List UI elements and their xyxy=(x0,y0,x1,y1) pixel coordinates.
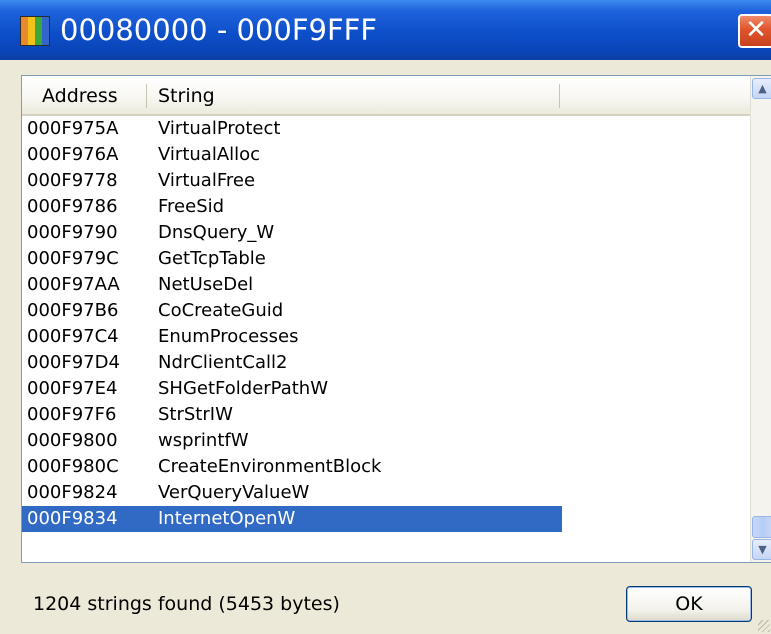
address-cell: 000F97F6 xyxy=(27,404,117,425)
list-row[interactable]: 000F97AA NetUseDel xyxy=(22,272,562,298)
string-cell: GetTcpTable xyxy=(158,248,266,269)
string-cell: VirtualFree xyxy=(158,170,256,191)
strings-dialog: 00080000 - 000F9FFF ✕ Address String 000… xyxy=(0,0,771,634)
address-cell: 000F97B6 xyxy=(27,300,119,321)
list-row[interactable]: 000F980C CreateEnvironmentBlock xyxy=(22,454,562,480)
close-button[interactable]: ✕ xyxy=(738,14,771,48)
chevron-down-icon: ▼ xyxy=(758,543,767,556)
string-cell: EnumProcesses xyxy=(158,326,299,347)
close-icon: ✕ xyxy=(745,15,767,45)
string-cell: wsprintfW xyxy=(158,430,249,451)
address-cell: 000F980C xyxy=(27,456,119,477)
list-row[interactable]: 000F97D4 NdrClientCall2 xyxy=(22,350,562,376)
column-header-string[interactable]: String xyxy=(158,76,215,114)
address-cell: 000F9790 xyxy=(27,222,118,243)
app-icon xyxy=(20,16,50,46)
chevron-up-icon: ▲ xyxy=(758,82,767,95)
window-title: 00080000 - 000F9FFF xyxy=(60,13,378,47)
list-row[interactable]: 000F9834 InternetOpenW xyxy=(22,506,562,532)
string-cell: NetUseDel xyxy=(158,274,254,295)
string-cell: VerQueryValueW xyxy=(158,482,310,503)
title-bar[interactable]: 00080000 - 000F9FFF ✕ xyxy=(0,0,771,60)
status-text: 1204 strings found (5453 bytes) xyxy=(33,593,340,615)
string-cell: NdrClientCall2 xyxy=(158,352,288,373)
address-cell: 000F9834 xyxy=(27,508,118,529)
vertical-scrollbar[interactable]: ▲ ▼ xyxy=(750,76,771,562)
address-cell: 000F97AA xyxy=(27,274,120,295)
address-cell: 000F9800 xyxy=(27,430,118,451)
list-row[interactable]: 000F976A VirtualAlloc xyxy=(22,142,562,168)
string-cell: CoCreateGuid xyxy=(158,300,284,321)
string-cell: VirtualAlloc xyxy=(158,144,261,165)
list-row[interactable]: 000F9778 VirtualFree xyxy=(22,168,562,194)
string-cell: CreateEnvironmentBlock xyxy=(158,456,382,477)
string-cell: SHGetFolderPathW xyxy=(158,378,329,399)
address-cell: 000F97C4 xyxy=(27,326,119,347)
scroll-up-button[interactable]: ▲ xyxy=(752,78,771,99)
list-row[interactable]: 000F975A VirtualProtect xyxy=(22,116,562,142)
ok-button[interactable]: OK xyxy=(626,586,752,622)
strings-list[interactable]: Address String 000F975A VirtualProtect 000… xyxy=(21,75,771,563)
address-cell: 000F9824 xyxy=(27,482,118,503)
address-cell: 000F976A xyxy=(27,144,119,165)
string-cell: FreeSid xyxy=(158,196,225,217)
address-cell: 000F97D4 xyxy=(27,352,120,373)
string-cell: InternetOpenW xyxy=(158,508,296,529)
scroll-thumb[interactable] xyxy=(752,516,771,538)
string-cell: DnsQuery_W xyxy=(158,222,275,243)
list-row[interactable]: 000F97F6 StrStrIW xyxy=(22,402,562,428)
list-row[interactable]: 000F979C GetTcpTable xyxy=(22,246,562,272)
list-row[interactable]: 000F97C4 EnumProcesses xyxy=(22,324,562,350)
list-row[interactable]: 000F97E4 SHGetFolderPathW xyxy=(22,376,562,402)
string-cell: StrStrIW xyxy=(158,404,233,425)
address-cell: 000F9778 xyxy=(27,170,118,191)
address-cell: 000F97E4 xyxy=(27,378,118,399)
list-row[interactable]: 000F9786 FreeSid xyxy=(22,194,562,220)
column-divider[interactable] xyxy=(559,84,560,108)
string-cell: VirtualProtect xyxy=(158,118,281,139)
address-cell: 000F975A xyxy=(27,118,119,139)
column-divider[interactable] xyxy=(146,84,147,108)
list-row[interactable]: 000F97B6 CoCreateGuid xyxy=(22,298,562,324)
address-cell: 000F979C xyxy=(27,248,119,269)
scroll-down-button[interactable]: ▼ xyxy=(752,539,771,560)
list-row[interactable]: 000F9824 VerQueryValueW xyxy=(22,480,562,506)
list-row[interactable]: 000F9790 DnsQuery_W xyxy=(22,220,562,246)
list-header: Address String xyxy=(22,76,750,116)
resize-grip[interactable] xyxy=(758,620,770,632)
list-row[interactable]: 000F9800 wsprintfW xyxy=(22,428,562,454)
column-header-address[interactable]: Address xyxy=(42,76,118,114)
address-cell: 000F9786 xyxy=(27,196,118,217)
